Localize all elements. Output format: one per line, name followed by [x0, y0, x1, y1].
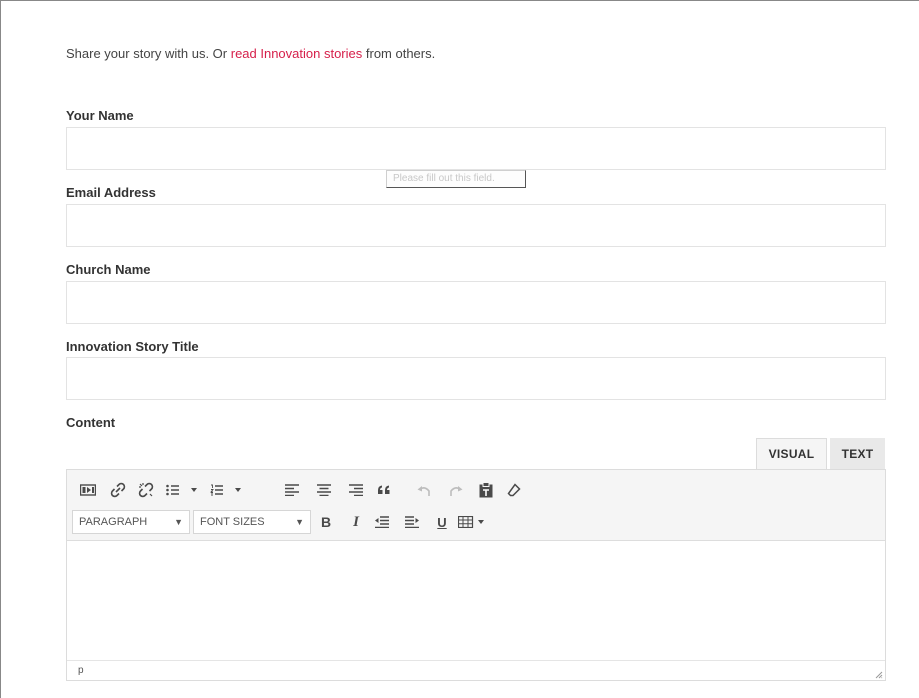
resize-handle-icon[interactable] — [875, 671, 883, 679]
element-path[interactable]: p — [78, 665, 84, 676]
intro-suffix: from others. — [362, 46, 436, 61]
table-icon[interactable] — [455, 510, 493, 534]
your-name-label: Your Name — [66, 108, 134, 123]
format-select-value: PARAGRAPH — [79, 516, 148, 528]
align-center-icon[interactable] — [311, 478, 337, 502]
story-title-label: Innovation Story Title — [66, 339, 199, 354]
format-select[interactable]: PARAGRAPH ▼ — [72, 510, 190, 534]
story-title-input[interactable] — [66, 357, 886, 400]
link-icon[interactable] — [105, 478, 131, 502]
email-address-label: Email Address — [66, 185, 156, 200]
church-name-label: Church Name — [66, 262, 151, 277]
editor-content-area[interactable] — [67, 541, 885, 659]
blockquote-icon[interactable] — [371, 478, 397, 502]
align-right-icon[interactable] — [343, 478, 369, 502]
font-size-select[interactable]: FONT SIZES ▼ — [193, 510, 311, 534]
outdent-icon[interactable] — [369, 510, 395, 534]
validation-tooltip: Please fill out this field. — [386, 170, 526, 188]
indent-icon[interactable] — [399, 510, 425, 534]
font-size-select-value: FONT SIZES — [200, 516, 265, 528]
read-stories-link[interactable]: read Innovation stories — [231, 46, 363, 61]
numbered-list-icon[interactable] — [207, 478, 247, 502]
rich-text-editor: PARAGRAPH ▼ FONT SIZES ▼ B I U p — [66, 469, 886, 681]
align-left-icon[interactable] — [279, 478, 305, 502]
your-name-input[interactable] — [66, 127, 886, 170]
tab-text[interactable]: TEXT — [830, 438, 885, 470]
content-label: Content — [66, 415, 116, 430]
window-top-border — [0, 0, 919, 1]
intro-text: Share your story with us. Or read Innova… — [66, 46, 435, 61]
intro-prefix: Share your story with us. Or — [66, 46, 231, 61]
email-address-input[interactable] — [66, 204, 886, 247]
undo-icon[interactable] — [411, 478, 437, 502]
underline-icon[interactable]: U — [429, 510, 455, 534]
insert-media-icon[interactable] — [75, 478, 101, 502]
church-name-input[interactable] — [66, 281, 886, 324]
editor-toolbar: PARAGRAPH ▼ FONT SIZES ▼ B I U — [67, 470, 885, 541]
chevron-down-icon: ▼ — [295, 517, 304, 527]
redo-icon[interactable] — [443, 478, 469, 502]
chevron-down-icon: ▼ — [174, 517, 183, 527]
unlink-icon[interactable] — [133, 478, 159, 502]
clear-formatting-icon[interactable] — [501, 478, 527, 502]
paste-text-icon[interactable] — [473, 478, 499, 502]
bullet-list-icon[interactable] — [163, 478, 203, 502]
italic-icon[interactable]: I — [343, 510, 369, 534]
tab-visual[interactable]: VISUAL — [756, 438, 827, 470]
window-left-border — [0, 0, 1, 698]
bold-icon[interactable]: B — [313, 510, 339, 534]
editor-statusbar: p — [67, 660, 885, 681]
